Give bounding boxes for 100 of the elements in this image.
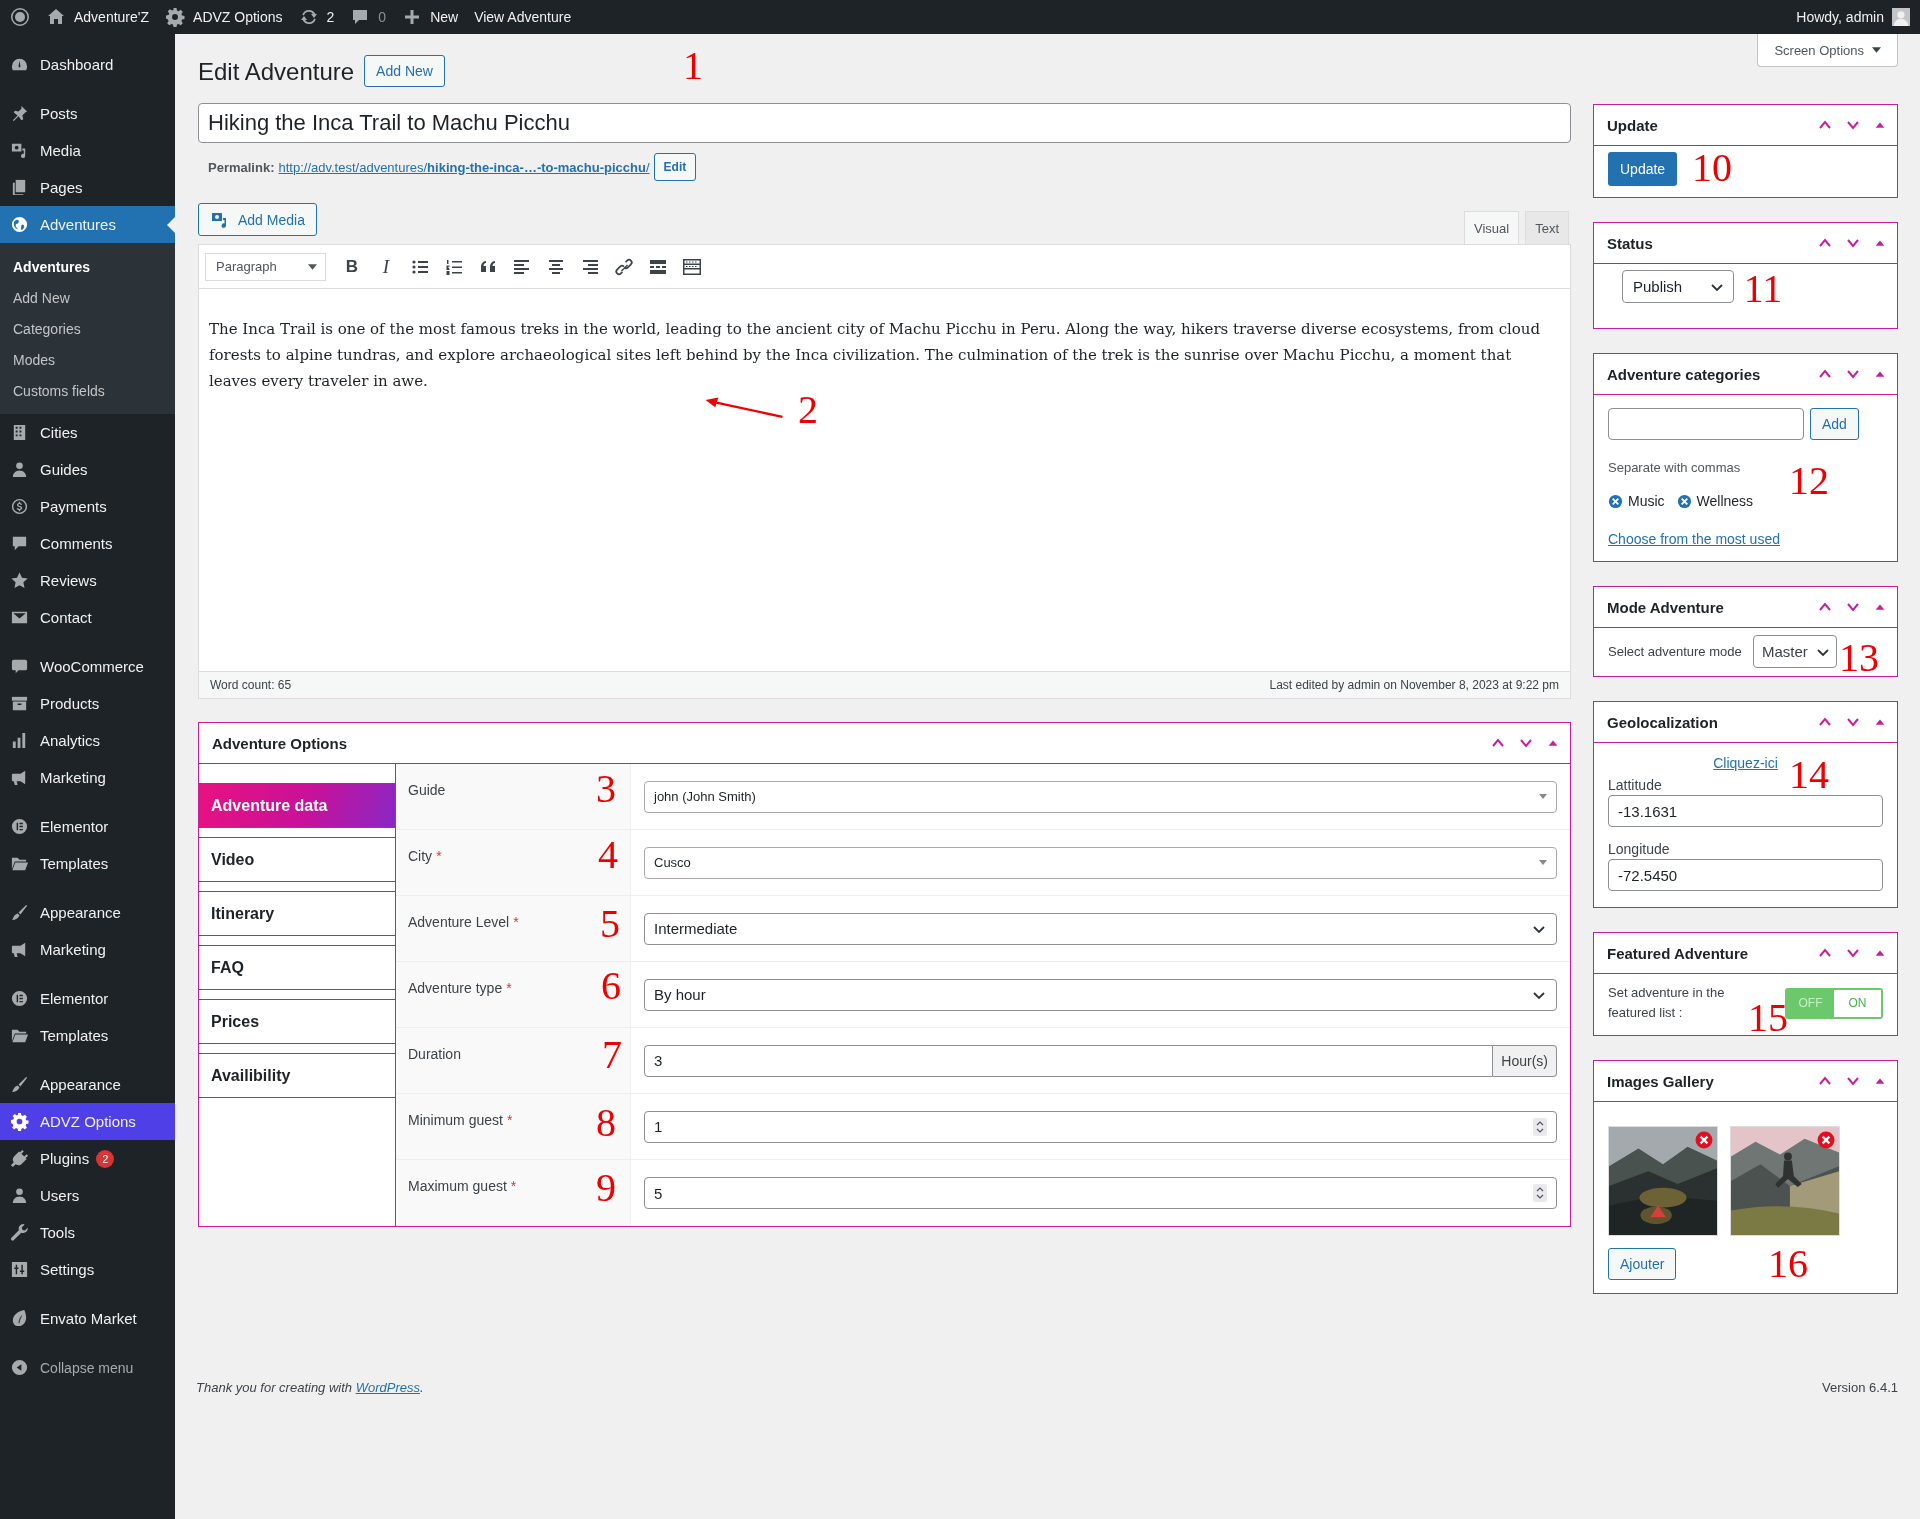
menu-item[interactable]: Dashboard [0,46,175,83]
permalink-link[interactable]: http://adv.test/adventures/hiking-the-inca-…-to-machu-picchu/ [278,159,650,175]
annotation-number: 7 [602,1035,622,1075]
add-media-button[interactable]: Add Media [198,203,317,236]
submenu-item[interactable]: Adventures [0,251,175,282]
menu-item[interactable]: Tools [0,1214,175,1251]
editor-tab[interactable]: Text [1525,211,1569,244]
menu-item[interactable]: Elementor [0,980,175,1017]
menu-item[interactable]: Settings [0,1251,175,1288]
spinner-icon[interactable] [1533,1117,1547,1136]
remove-icon[interactable] [1676,493,1692,509]
menu-item[interactable]: Appearance [0,894,175,931]
comments-link[interactable]: 0 [350,7,387,27]
collapse-menu-button[interactable]: Collapse menu [0,1349,175,1386]
dropdown-field[interactable]: By hour [644,978,1557,1011]
options-tab[interactable]: Availibility [199,1053,395,1098]
spinner-icon[interactable] [1533,1184,1547,1202]
options-link[interactable]: ADVZ Options [165,7,283,27]
coordinate-field[interactable]: -13.1631 [1608,795,1883,827]
menu-item[interactable]: Users [0,1177,175,1214]
menu-item[interactable]: Envato Market [0,1300,175,1337]
add-image-button[interactable]: Ajouter [1608,1248,1677,1280]
menu-item[interactable]: Templates [0,1017,175,1054]
site-link[interactable]: Adventure'Z [46,7,150,27]
editor-tab[interactable]: Visual [1463,211,1520,244]
add-button[interactable]: Add [1810,408,1859,440]
options-tab[interactable]: Video [199,837,395,882]
menu-item[interactable]: Contact [0,599,175,636]
menu-item[interactable]: Adventures [0,206,175,243]
submenu-item[interactable]: Customs fields [0,375,175,406]
annotation-number: 1 [683,46,703,86]
updates-link[interactable]: 2 [298,7,335,27]
menu-item[interactable]: Media [0,132,175,169]
field-label: Adventure Level [408,914,510,930]
options-tab[interactable]: FAQ [199,945,395,990]
options-tab[interactable]: Prices [199,999,395,1044]
add-new-button[interactable]: Add New [364,55,445,87]
field-label: Maximum guest [408,1178,507,1194]
most-used-link[interactable]: Choose from the most used [1608,531,1780,547]
logo-icon[interactable] [10,7,30,27]
menu-item[interactable]: Elementor [0,808,175,845]
collapse-icon [10,1358,29,1377]
annotation-number: 3 [596,769,616,809]
new-link[interactable]: New [402,7,459,27]
menu-item[interactable]: Marketing [0,759,175,796]
mode-select[interactable]: Master [1753,635,1837,668]
person-icon [10,1186,29,1205]
menu-item[interactable]: Comments [0,525,175,562]
toolbar-toggle-icon[interactable] [682,256,702,277]
status-select[interactable]: Publish [1622,270,1734,303]
box-title: Adventure Options [212,734,347,752]
account-link[interactable]: Howdy, admin [1796,9,1884,25]
coordinate-field[interactable]: -72.5450 [1608,859,1883,891]
format-select[interactable]: Paragraph [205,252,326,281]
input-field[interactable]: 3 [644,1044,1494,1077]
bold-button[interactable]: B [342,256,362,277]
menu-item[interactable]: Products [0,685,175,722]
brush-icon [10,1075,29,1094]
menu-item[interactable]: Appearance [0,1066,175,1103]
caret-icon [1872,47,1881,53]
caret-icon [308,263,317,270]
title-field[interactable]: Hiking the Inca Trail to Machu Picchu [198,103,1571,143]
submenu-item[interactable]: Categories [0,313,175,344]
menu-item[interactable]: ADVZ Options [0,1103,175,1140]
remove-icon[interactable] [1608,493,1623,509]
menu-item[interactable]: Marketing [0,931,175,968]
map-link[interactable]: Cliquez-ici [1713,755,1778,771]
menu-item[interactable]: Pages [0,169,175,206]
category-field[interactable] [1608,408,1804,440]
menu-item[interactable]: Plugins 2 [0,1140,175,1177]
select-field[interactable]: john (John Smith) [644,780,1557,813]
annotation-number: 6 [601,966,621,1006]
menu-item[interactable]: Analytics [0,722,175,759]
menu-item[interactable]: Payments [0,488,175,525]
options-tab[interactable]: Adventure data [199,783,395,828]
view-link[interactable]: View Adventure [474,9,572,25]
submenu-item[interactable]: Modes [0,344,175,375]
caret-icon [1539,794,1547,799]
screen-options-button[interactable]: Screen Options [1757,34,1898,67]
update-button[interactable]: Update [1608,152,1678,186]
field-label: Minimum guest [408,1112,503,1128]
link-icon[interactable] [614,256,634,277]
submenu-item[interactable]: Add New [0,282,175,313]
number-field[interactable]: 5 [644,1177,1557,1209]
select-field[interactable]: Cusco [644,846,1557,879]
options-tab[interactable]: Itinerary [199,891,395,936]
menu-item[interactable]: Cities [0,414,175,451]
remove-icon[interactable] [1695,1131,1713,1149]
remove-icon[interactable] [1817,1131,1835,1149]
featured-label: Set adventure in the featured list : [1608,984,1726,1022]
number-field[interactable]: 1 [644,1110,1557,1143]
menu-item[interactable]: Reviews [0,562,175,599]
menu-item[interactable]: Posts [0,95,175,132]
wordpress-link[interactable]: WordPress [355,1380,420,1395]
dropdown-field[interactable]: Intermediate [644,912,1557,945]
menu-item[interactable]: WooCommerce [0,648,175,685]
italic-button[interactable]: I [376,255,396,278]
edit-button[interactable]: Edit [653,153,697,181]
menu-item[interactable]: Guides [0,451,175,488]
menu-item[interactable]: Templates [0,845,175,882]
